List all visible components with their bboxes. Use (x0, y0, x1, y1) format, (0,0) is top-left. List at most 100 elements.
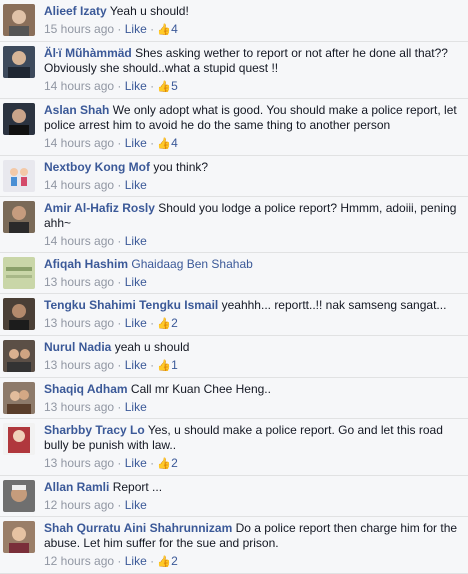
comment-body: Shah Qurratu Aini Shahrunnizam Do a poli… (44, 521, 460, 551)
comment-text: yeahhh... reportt..!! nak samseng sangat… (221, 298, 447, 312)
like-count[interactable]: 2 (171, 316, 178, 330)
avatar-photo (3, 340, 35, 372)
avatar[interactable] (3, 298, 35, 330)
thumbs-up-icon: 👍 (157, 360, 172, 372)
comment-author-link[interactable]: Aslan Shah (44, 103, 109, 117)
like-count[interactable]: 1 (171, 358, 178, 372)
avatar-photo (3, 46, 35, 78)
comment-body: Tengku Shahimi Tengku Ismail yeahhh... r… (44, 298, 460, 313)
like-button[interactable]: Like (125, 498, 147, 512)
comment-item: Aslan Shah We only adopt what is good. Y… (0, 99, 468, 156)
comment-item: Allan Ramli Report ... 12 hours ago · Li… (0, 476, 468, 517)
comment-author-link[interactable]: Äŀï Mũhàmmäd (44, 46, 132, 60)
comment-body: Nurul Nadia yeah u should (44, 340, 460, 355)
comment-time[interactable]: 15 hours ago (44, 22, 114, 36)
comment-text: you think? (153, 160, 209, 174)
comment-list: Alieef Izaty Yeah u should! 15 hours ago… (0, 0, 468, 574)
comment-body: Aslan Shah We only adopt what is good. Y… (44, 103, 460, 133)
comment-text: Call mr Kuan Chee Heng.. (130, 382, 271, 396)
comment-body: Alieef Izaty Yeah u should! (44, 4, 460, 19)
like-count[interactable]: 2 (171, 456, 178, 470)
avatar[interactable] (3, 423, 35, 455)
comment-author-link[interactable]: Tengku Shahimi Tengku Ismail (44, 298, 218, 312)
comment-meta: 15 hours ago · Like · 👍4 (44, 22, 178, 36)
avatar[interactable] (3, 160, 35, 192)
comment-author-link[interactable]: Shah Qurratu Aini Shahrunnizam (44, 521, 232, 535)
comment-text: yeah u should (114, 340, 190, 354)
thumbs-up-icon: 👍 (157, 318, 172, 330)
comment-meta: 12 hours ago · Like (44, 498, 147, 512)
tagged-user-link[interactable]: Ghaidaag Ben Shahab (131, 257, 252, 271)
avatar[interactable] (3, 382, 35, 414)
avatar[interactable] (3, 257, 35, 289)
comment-author-link[interactable]: Shaqiq Adham (44, 382, 128, 396)
comment-meta: 14 hours ago · Like (44, 178, 147, 192)
like-count[interactable]: 4 (171, 136, 178, 150)
like-count[interactable]: 5 (171, 79, 178, 93)
comment-time[interactable]: 14 hours ago (44, 234, 114, 248)
comment-author-link[interactable]: Afiqah Hashim (44, 257, 128, 271)
comment-time[interactable]: 13 hours ago (44, 275, 114, 289)
comment-time[interactable]: 14 hours ago (44, 79, 114, 93)
like-button[interactable]: Like (125, 178, 147, 192)
comment-item: Shaqiq Adham Call mr Kuan Chee Heng.. 13… (0, 378, 468, 419)
comment-author-link[interactable]: Allan Ramli (44, 480, 109, 494)
avatar[interactable] (3, 4, 35, 36)
avatar-photo (3, 298, 35, 330)
comment-time[interactable]: 13 hours ago (44, 316, 114, 330)
thumbs-up-icon: 👍 (157, 556, 172, 568)
comment-meta: 13 hours ago · Like (44, 275, 147, 289)
thumbs-up-icon: 👍 (157, 81, 172, 93)
comment-item: Shah Qurratu Aini Shahrunnizam Do a poli… (0, 517, 468, 574)
comment-item: Afiqah Hashim Ghaidaag Ben Shahab 13 hou… (0, 253, 468, 294)
like-button[interactable]: Like (125, 358, 147, 372)
avatar-photo (3, 257, 35, 289)
like-button[interactable]: Like (125, 456, 147, 470)
comment-body: Nextboy Kong Mof you think? (44, 160, 460, 175)
comment-author-link[interactable]: Alieef Izaty (44, 4, 107, 18)
like-button[interactable]: Like (125, 136, 147, 150)
thumbs-up-icon: 👍 (157, 138, 172, 150)
avatar-photo (3, 423, 35, 455)
like-button[interactable]: Like (125, 316, 147, 330)
comment-author-link[interactable]: Nextboy Kong Mof (44, 160, 150, 174)
avatar-photo (3, 201, 35, 233)
comment-item: Tengku Shahimi Tengku Ismail yeahhh... r… (0, 294, 468, 336)
avatar[interactable] (3, 46, 35, 78)
like-button[interactable]: Like (125, 22, 147, 36)
comment-item: Nurul Nadia yeah u should 13 hours ago ·… (0, 336, 468, 378)
comment-meta: 14 hours ago · Like · 👍4 (44, 136, 178, 150)
like-button[interactable]: Like (125, 275, 147, 289)
comment-body: Shaqiq Adham Call mr Kuan Chee Heng.. (44, 382, 460, 397)
comment-time[interactable]: 13 hours ago (44, 400, 114, 414)
avatar-photo (3, 382, 35, 414)
comment-author-link[interactable]: Sharbby Tracy Lo (44, 423, 145, 437)
comment-time[interactable]: 14 hours ago (44, 178, 114, 192)
comment-author-link[interactable]: Amir Al-Hafiz Rosly (44, 201, 155, 215)
comment-item: Alieef Izaty Yeah u should! 15 hours ago… (0, 0, 468, 42)
like-count[interactable]: 4 (171, 22, 178, 36)
comment-body: Äŀï Mũhàmmäd Shes asking wether to repor… (44, 46, 460, 76)
avatar[interactable] (3, 201, 35, 233)
like-button[interactable]: Like (125, 400, 147, 414)
like-button[interactable]: Like (125, 79, 147, 93)
thumbs-up-icon: 👍 (157, 458, 172, 470)
comment-time[interactable]: 12 hours ago (44, 498, 114, 512)
comment-text: Yeah u should! (109, 4, 189, 18)
comment-body: Afiqah Hashim Ghaidaag Ben Shahab (44, 257, 460, 272)
avatar[interactable] (3, 521, 35, 553)
comment-body: Allan Ramli Report ... (44, 480, 460, 495)
comment-time[interactable]: 13 hours ago (44, 456, 114, 470)
comment-meta: 14 hours ago · Like (44, 234, 147, 248)
avatar[interactable] (3, 103, 35, 135)
comment-meta: 14 hours ago · Like · 👍5 (44, 79, 178, 93)
comment-author-link[interactable]: Nurul Nadia (44, 340, 111, 354)
comment-time[interactable]: 14 hours ago (44, 136, 114, 150)
avatar[interactable] (3, 480, 35, 512)
avatar-photo (3, 160, 35, 192)
comment-time[interactable]: 13 hours ago (44, 358, 114, 372)
avatar[interactable] (3, 340, 35, 372)
comment-meta: 12 hours ago · Like · 👍2 (44, 554, 178, 568)
like-button[interactable]: Like (125, 234, 147, 248)
avatar-photo (3, 103, 35, 135)
